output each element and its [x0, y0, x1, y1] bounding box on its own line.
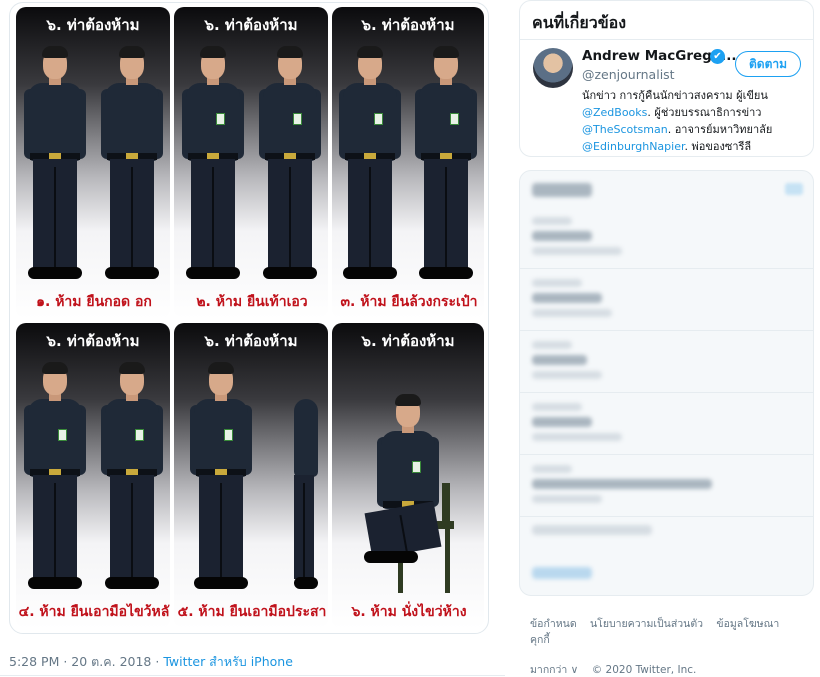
user-handle[interactable]: @zenjournalist — [582, 67, 675, 82]
photo-panel-5[interactable]: ๖. ท่าต้องห้าม ๕. ห้าม ยืนเอามือประสา — [174, 323, 328, 629]
show-more-link-blurred[interactable] — [532, 567, 592, 579]
soldier-figure — [23, 357, 86, 595]
bio-text: นักข่าว การกู้คืนนักข่าวสงคราม ผู้เขียน — [582, 89, 768, 102]
footer-cookies-link[interactable]: คุกกี้ — [530, 632, 550, 648]
footer-more-menu[interactable]: มากกว่า ∨ — [530, 662, 578, 677]
trends-title-blurred — [532, 183, 592, 197]
soldier-figures — [332, 357, 484, 569]
soldier-figures — [174, 41, 328, 285]
soldier-figure — [23, 41, 86, 285]
meta-separator: · — [59, 654, 72, 669]
trend-item[interactable] — [520, 269, 813, 331]
trend-item[interactable] — [520, 393, 813, 455]
tweet-photo-grid[interactable]: ๖. ท่าต้องห้าม ๑. ห้าม ยืนกอด อก ๖. ท่าต… — [9, 2, 489, 634]
settings-icon[interactable] — [785, 183, 803, 195]
footer-terms-link[interactable]: ข้อกำหนด — [530, 616, 577, 632]
soldier-figure — [189, 357, 252, 595]
tweet-time: 5:28 PM — [9, 654, 60, 669]
panel-caption: ๕. ห้าม ยืนเอามือประสา — [177, 604, 327, 620]
bio-text: . อาจารย์มหาวิทยาลัย — [667, 123, 773, 136]
soldier-figure — [364, 389, 442, 569]
photo-panel-4[interactable]: ๖. ท่าต้องห้าม ๔. ห้าม ยืนเอามือไขว้หลั — [16, 323, 170, 629]
panel-caption: ๒. ห้าม ยืนเท้าเอว — [196, 294, 308, 310]
meta-separator: · — [151, 654, 164, 669]
soldier-figure — [258, 41, 321, 285]
tweet: ๖. ท่าต้องห้าม ๑. ห้าม ยืนกอด อก ๖. ท่าต… — [0, 0, 505, 677]
photo-panel-1[interactable]: ๖. ท่าต้องห้าม ๑. ห้าม ยืนกอด อก — [16, 7, 170, 319]
bio-mention-link[interactable]: @ZedBooks — [582, 106, 647, 119]
trend-item[interactable] — [520, 207, 813, 269]
bio-text: . ผู้ช่วยบรรณาธิการข่าว — [647, 106, 762, 119]
soldier-figures — [332, 41, 484, 285]
bio-mention-link[interactable]: @TheScotsman — [582, 123, 668, 136]
tweet-timestamp[interactable]: 5:28 PM · 20 ต.ค. 2018 · Twitter สำหรับ … — [9, 652, 293, 672]
bio-text: . พ่อของซารีลี — [684, 140, 752, 153]
trend-item[interactable] — [520, 455, 813, 517]
panel-caption: ๑. ห้าม ยืนกอด อก — [36, 294, 152, 310]
footer-privacy-link[interactable]: นโยบายความเป็นส่วนตัว — [590, 616, 703, 632]
tweet-date: 20 ต.ค. 2018 — [71, 654, 152, 669]
footer-copyright: © 2020 Twitter, Inc. — [591, 664, 697, 676]
related-people-box: คนที่เกี่ยวข้อง Andrew MacGrego... ✔ @ze… — [519, 0, 814, 157]
bio-mention-link[interactable]: @EdinburghNapier — [582, 140, 685, 153]
panel-header: ๖. ท่าต้องห้าม — [204, 16, 298, 34]
panel-header: ๖. ท่าต้องห้าม — [361, 332, 455, 350]
footer-ads-info-link[interactable]: ข้อมูลโฆษณา — [716, 616, 779, 632]
verified-badge-icon: ✔ — [710, 49, 725, 64]
soldier-figure — [100, 41, 163, 285]
divider — [520, 39, 813, 40]
panel-header: ๖. ท่าต้องห้าม — [361, 16, 455, 34]
footer-row: มากกว่า ∨ © 2020 Twitter, Inc. — [530, 662, 810, 677]
panel-caption: ๖. ห้าม นั่งไขว่ห้าง — [351, 604, 467, 620]
related-people-title: คนที่เกี่ยวข้อง — [532, 13, 627, 32]
soldier-figures — [174, 357, 328, 595]
photo-panel-6[interactable]: ๖. ท่าต้องห้าม ๖. ห้าม นั่งไขว่ห้าง — [332, 323, 484, 629]
soldier-figure — [181, 41, 244, 285]
panel-caption: ๓. ห้าม ยืนล้วงกระเป๋า — [340, 294, 478, 310]
soldier-figures — [16, 357, 170, 595]
sidebar-footer: ข้อกำหนด นโยบายความเป็นส่วนตัว ข้อมูลโฆษ… — [530, 616, 810, 677]
user-bio: นักข่าว การกู้คืนนักข่าวสงคราม ผู้เขียน … — [582, 87, 808, 155]
soldier-figure — [283, 357, 318, 595]
tweet-page: ๖. ท่าต้องห้าม ๑. ห้าม ยืนกอด อก ๖. ท่าต… — [0, 0, 820, 677]
soldier-figures — [16, 41, 170, 285]
panel-header: ๖. ท่าต้องห้าม — [204, 332, 298, 350]
soldier-figure — [339, 41, 401, 285]
trends-box-blurred — [519, 170, 814, 596]
photo-panel-3[interactable]: ๖. ท่าต้องห้าม ๓. ห้าม ยืนล้วงกระเป๋า — [332, 7, 484, 319]
footer-row: ข้อกำหนด นโยบายความเป็นส่วนตัว ข้อมูลโฆษ… — [530, 616, 810, 648]
tweet-source-link[interactable]: Twitter สำหรับ iPhone — [163, 654, 293, 669]
avatar[interactable] — [533, 48, 573, 88]
panel-header: ๖. ท่าต้องห้าม — [46, 332, 140, 350]
photo-panel-2[interactable]: ๖. ท่าต้องห้าม ๒. ห้าม ยืนเท้าเอว — [174, 7, 328, 319]
divider — [0, 675, 505, 676]
panel-header: ๖. ท่าต้องห้าม — [46, 16, 140, 34]
follow-button[interactable]: ติดตาม — [735, 51, 801, 77]
trend-item[interactable] — [520, 331, 813, 393]
soldier-figure — [415, 41, 477, 285]
soldier-figure — [100, 357, 163, 595]
panel-caption: ๔. ห้าม ยืนเอามือไขว้หลั — [18, 604, 170, 620]
